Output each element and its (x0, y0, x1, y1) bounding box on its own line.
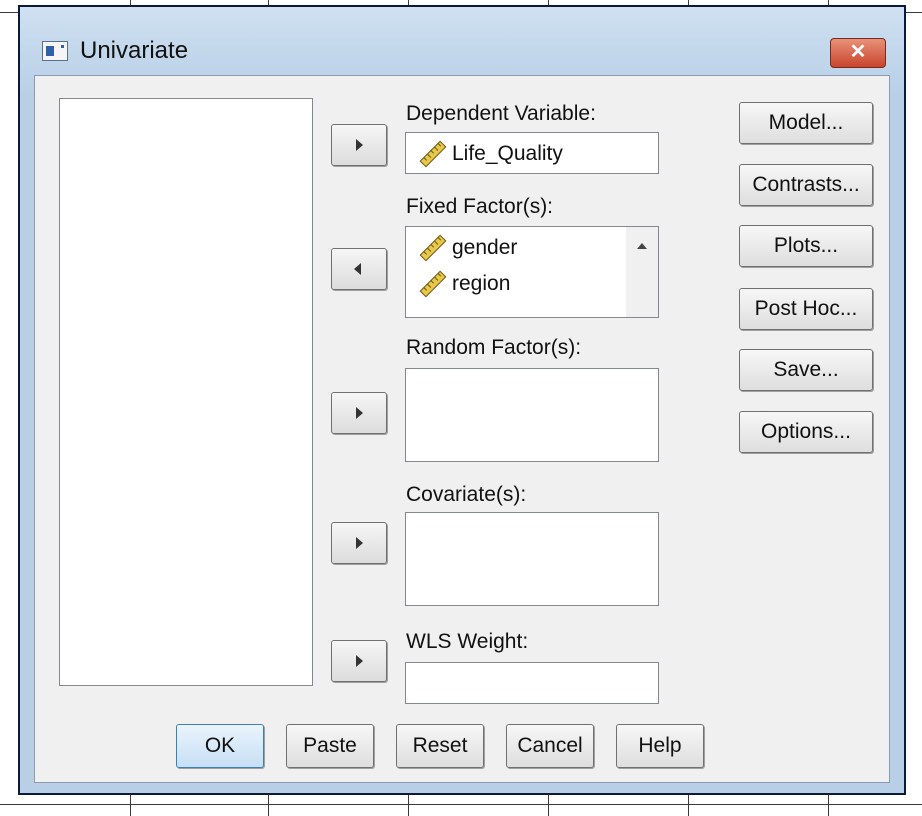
move-to-dependent-button[interactable] (331, 124, 387, 166)
fixed-factors-label: Fixed Factor(s): (406, 195, 554, 218)
move-to-random-factors-button[interactable] (331, 392, 387, 434)
ruler-scale-icon (418, 233, 448, 263)
dependent-variable-field[interactable]: Life_Quality (405, 132, 659, 174)
arrow-left-icon (354, 263, 361, 275)
wls-weight-label: WLS Weight: (406, 630, 529, 653)
random-factors-list[interactable] (405, 368, 659, 462)
scroll-up-arrow-icon[interactable] (637, 243, 647, 249)
random-factors-label: Random Factor(s): (406, 336, 582, 359)
arrow-right-icon (356, 407, 363, 419)
arrow-right-icon (356, 139, 363, 151)
ok-button[interactable]: OK (176, 724, 264, 768)
fixed-factors-scrollbar[interactable] (626, 227, 658, 317)
ruler-scale-icon (418, 269, 448, 299)
cancel-button[interactable]: Cancel (506, 724, 594, 768)
wls-weight-field[interactable] (405, 662, 659, 704)
dialog-body: Dependent Variable: Life_Quality Fixed F… (34, 75, 890, 783)
close-button[interactable]: ✕ (830, 38, 886, 68)
ruler-scale-icon (418, 139, 448, 169)
univariate-dialog: Univariate ✕ Dependent Variable: Life_Qu… (18, 5, 906, 795)
post-hoc-button[interactable]: Post Hoc... (739, 288, 873, 330)
save-button[interactable]: Save... (739, 349, 873, 391)
covariates-list[interactable] (405, 512, 659, 606)
covariates-label: Covariate(s): (406, 483, 527, 506)
contrasts-button[interactable]: Contrasts... (739, 164, 873, 206)
move-to-covariates-button[interactable] (331, 522, 387, 564)
options-button[interactable]: Options... (739, 411, 873, 453)
source-variable-list[interactable] (59, 98, 313, 686)
help-button[interactable]: Help (616, 724, 704, 768)
fixed-factor-item-gender[interactable]: gender (418, 233, 517, 263)
dependent-variable-label: Dependent Variable: (406, 102, 596, 125)
fixed-factor-item-region[interactable]: region (418, 269, 510, 299)
plots-button[interactable]: Plots... (739, 225, 873, 267)
fixed-factors-list[interactable]: gender region (405, 226, 659, 318)
dependent-variable-value: Life_Quality (452, 142, 563, 165)
arrow-right-icon (356, 537, 363, 549)
arrow-right-icon (356, 655, 363, 667)
model-button[interactable]: Model... (739, 102, 873, 144)
window-title: Univariate (80, 37, 189, 64)
window-app-icon (42, 41, 68, 61)
reset-button[interactable]: Reset (396, 724, 484, 768)
paste-button[interactable]: Paste (286, 724, 374, 768)
move-from-fixed-factors-button[interactable] (331, 248, 387, 290)
move-to-wls-weight-button[interactable] (331, 640, 387, 682)
dependent-variable-item[interactable]: Life_Quality (418, 139, 563, 169)
